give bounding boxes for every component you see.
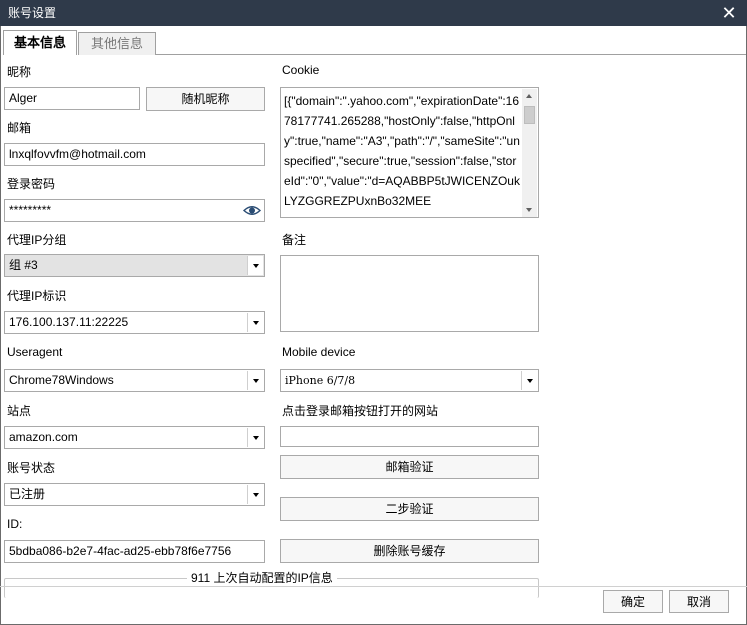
useragent-value: Chrome78Windows [9, 373, 114, 387]
window-title: 账号设置 [8, 6, 57, 20]
footer-divider [0, 586, 747, 587]
ok-button[interactable]: 确定 [603, 590, 663, 613]
tab-basic-info[interactable]: 基本信息 [3, 30, 77, 55]
close-icon[interactable]: ✕ [718, 2, 740, 24]
site-label: 站点 [7, 404, 32, 418]
proxy-id-select[interactable]: 176.100.137.11:22225 [4, 311, 265, 334]
chevron-down-icon[interactable] [247, 371, 263, 390]
password-value: ********* [9, 203, 52, 217]
id-label: ID: [7, 517, 23, 531]
chevron-down-icon[interactable] [247, 428, 263, 447]
cookie-text: [{"domain":".yahoo.com","expirationDate"… [284, 94, 520, 208]
status-value: 已注册 [9, 487, 46, 501]
scroll-up-icon[interactable] [522, 89, 537, 103]
site-select[interactable]: amazon.com [4, 426, 265, 449]
chevron-down-icon[interactable] [247, 313, 263, 332]
proxy-group-value: 组 #3 [9, 258, 38, 272]
title-bar [0, 0, 747, 26]
scroll-thumb[interactable] [524, 106, 535, 124]
mobile-device-select[interactable]: iPhone 6/7/8 [280, 369, 539, 392]
proxy-id-value: 176.100.137.11:22225 [9, 315, 129, 329]
tab-divider [156, 54, 746, 55]
cookie-scrollbar[interactable] [522, 89, 537, 217]
mobile-device-label: Mobile device [282, 345, 356, 359]
email-verify-button[interactable]: 邮箱验证 [280, 455, 539, 479]
cookie-textarea[interactable]: [{"domain":".yahoo.com","expirationDate"… [280, 87, 539, 218]
proxy-id-label: 代理IP标识 [7, 289, 67, 303]
id-input[interactable]: 5bdba086-b2e7-4fac-ad25-ebb78f6e7756 [4, 540, 265, 563]
tab-other-info[interactable]: 其他信息 [78, 32, 156, 55]
password-input[interactable]: ********* [4, 199, 265, 222]
password-label: 登录密码 [7, 177, 56, 191]
useragent-label: Useragent [7, 345, 63, 359]
nickname-input[interactable]: Alger [4, 87, 140, 110]
chevron-down-icon[interactable] [247, 485, 263, 504]
status-label: 账号状态 [7, 461, 56, 475]
email-label: 邮箱 [7, 121, 32, 135]
random-nickname-button[interactable]: 随机昵称 [146, 87, 265, 111]
login-site-input[interactable] [280, 426, 539, 447]
login-site-label: 点击登录邮箱按钮打开的网站 [282, 404, 439, 418]
status-select[interactable]: 已注册 [4, 483, 265, 506]
note-label: 备注 [282, 233, 307, 247]
site-value: amazon.com [9, 430, 78, 444]
cancel-button[interactable]: 取消 [669, 590, 729, 613]
chevron-down-icon[interactable] [521, 371, 537, 390]
ip-info-group-title: 911 上次自动配置的IP信息 [187, 569, 337, 586]
two-step-verify-button[interactable]: 二步验证 [280, 497, 539, 521]
useragent-select[interactable]: Chrome78Windows [4, 369, 265, 392]
mobile-device-value: iPhone 6/7/8 [285, 374, 356, 387]
clear-account-cache-button[interactable]: 删除账号缓存 [280, 539, 539, 563]
cookie-label: Cookie [282, 63, 320, 77]
chevron-down-icon[interactable] [247, 256, 263, 275]
proxy-group-select[interactable]: 组 #3 [4, 254, 265, 277]
email-input[interactable]: lnxqlfovvfm@hotmail.com [4, 143, 265, 166]
note-textarea[interactable] [280, 255, 539, 332]
eye-icon[interactable] [242, 202, 262, 219]
nickname-label: 昵称 [7, 65, 32, 79]
proxy-group-label: 代理IP分组 [7, 233, 67, 247]
scroll-down-icon[interactable] [522, 203, 537, 217]
